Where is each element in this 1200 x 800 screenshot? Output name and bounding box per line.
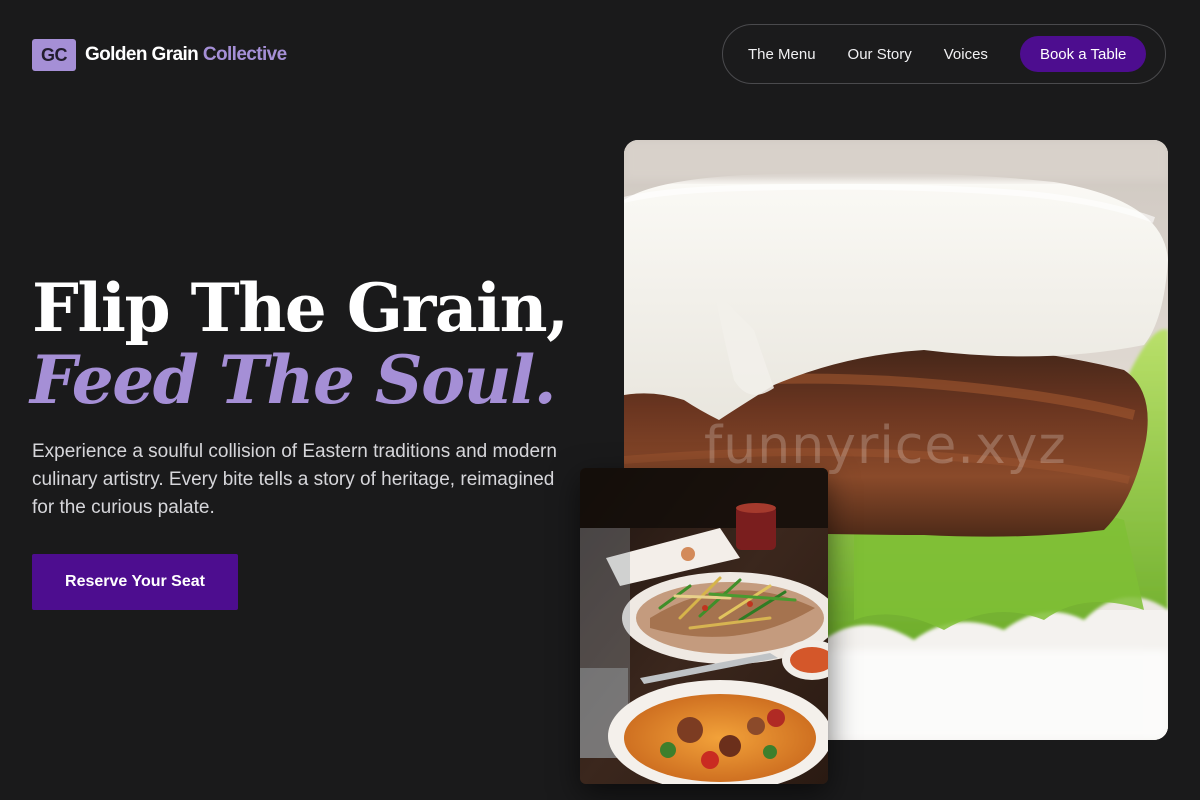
nav-link-voices[interactable]: Voices [944, 46, 988, 63]
book-table-button[interactable]: Book a Table [1019, 36, 1147, 72]
nav-link-our-story[interactable]: Our Story [848, 46, 912, 63]
watermark-text: funnyrice.xyz [704, 416, 1067, 476]
hero-description: Experience a soulful collision of Easter… [32, 441, 557, 518]
hero-title-line1: Flip The Grain, [32, 269, 569, 347]
brand-name-accent: Collective [202, 44, 287, 65]
shared-dishes-photo [580, 468, 828, 784]
hero-secondary-image [580, 468, 828, 784]
main-nav: The Menu Our Story Voices Book a Table [722, 24, 1166, 84]
hero-title: Flip The Grain, Feed The Soul. [30, 269, 569, 419]
brand-logo[interactable]: GC Golden Grain Collective [32, 39, 287, 71]
reserve-seat-button[interactable]: Reserve Your Seat [32, 554, 238, 610]
brand-name: Golden Grain Collective [85, 44, 287, 66]
logo-badge: GC [32, 39, 76, 71]
nav-link-menu[interactable]: The Menu [748, 46, 816, 63]
hero-title-line2: Feed The Soul. [30, 341, 557, 419]
brand-name-primary: Golden Grain [85, 44, 199, 65]
